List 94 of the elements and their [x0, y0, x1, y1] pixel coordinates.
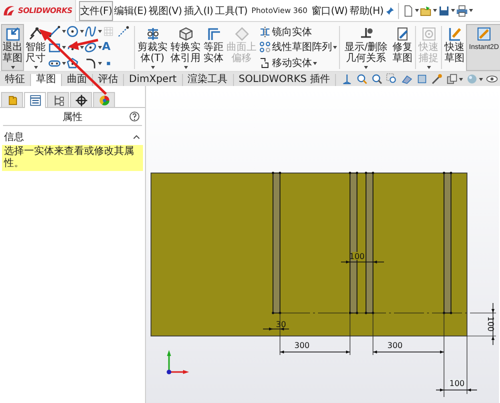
- diamond-icon: [234, 26, 250, 42]
- trim-icon: [144, 26, 160, 42]
- caret-icon[interactable]: [150, 66, 154, 69]
- ribbon-button[interactable]: 转换实体引用: [169, 24, 202, 71]
- dimension-value[interactable]: 100: [449, 379, 465, 388]
- zoom-fit-icon[interactable]: [356, 73, 368, 85]
- ribbon-command[interactable]: 镜向实体: [272, 24, 312, 39]
- caret-icon[interactable]: [80, 30, 84, 34]
- pencil-icon: [446, 26, 462, 42]
- ribbon-button[interactable]: 等距实体: [202, 24, 225, 71]
- ribbon-button[interactable]: 显示/删除几何关系: [341, 24, 391, 71]
- dimension-line: [340, 260, 384, 264]
- slot[interactable]: [442, 172, 452, 314]
- ribbon-command[interactable]: 线性草图阵列: [272, 40, 332, 54]
- panel-tab[interactable]: [24, 92, 46, 108]
- caret-icon[interactable]: [34, 66, 38, 69]
- menu-item[interactable]: 插入(I): [182, 0, 214, 20]
- menu-item[interactable]: 文件(F): [79, 0, 114, 20]
- ribbon-button[interactable]: 快速草图: [443, 24, 466, 71]
- dimension-value[interactable]: 30: [276, 320, 286, 329]
- caret-icon[interactable]: [313, 62, 317, 65]
- curve-icon[interactable]: [84, 25, 97, 38]
- list-icon: [28, 94, 42, 107]
- wand-icon[interactable]: [431, 73, 443, 85]
- dimension-line: [436, 388, 478, 392]
- crosshair-icon: [74, 94, 88, 106]
- menu-item[interactable]: 工具(T): [214, 0, 249, 20]
- ribbon-button[interactable]: 退出草图: [1, 24, 24, 71]
- rectangle-icon[interactable]: [48, 40, 61, 54]
- mirror-icon[interactable]: [259, 26, 271, 38]
- dimension-value[interactable]: 300: [294, 341, 310, 350]
- section-title: 信息: [4, 130, 24, 144]
- cube-stack-icon[interactable]: [446, 73, 458, 85]
- panel-tab[interactable]: [70, 92, 92, 107]
- sketch-rectangle[interactable]: [150, 172, 468, 336]
- text-tool[interactable]: A: [102, 41, 111, 54]
- cube-icon: [178, 26, 194, 42]
- caret-icon[interactable]: [62, 62, 66, 65]
- ribbon-command[interactable]: 移动实体: [272, 56, 312, 70]
- move-icon[interactable]: [259, 57, 271, 70]
- info-message: 选择一实体来查看或修改其属性。: [2, 145, 143, 171]
- menu-item[interactable]: 编辑(E): [113, 0, 148, 20]
- circle-icon[interactable]: [66, 25, 79, 38]
- document-icon[interactable]: [402, 4, 414, 16]
- caret-icon[interactable]: [469, 9, 474, 12]
- color-wheel-icon: [98, 94, 110, 106]
- tree-icon: [52, 94, 64, 106]
- ellipse-icon[interactable]: [84, 40, 97, 54]
- caret-icon[interactable]: [459, 78, 463, 80]
- caret-icon[interactable]: [479, 78, 483, 80]
- chevron-icon[interactable]: [132, 132, 141, 142]
- dimension-value[interactable]: 300: [387, 341, 403, 350]
- dimension-icon: [28, 26, 44, 42]
- caret-icon[interactable]: [364, 66, 368, 69]
- dimension-line: [262, 328, 290, 330]
- panel-tab[interactable]: [47, 92, 69, 107]
- caret-icon[interactable]: [98, 30, 102, 34]
- folder-icon[interactable]: [420, 4, 432, 16]
- pattern-icon[interactable]: [259, 41, 271, 54]
- save-icon[interactable]: [438, 4, 450, 16]
- dimension-value[interactable]: 100: [486, 316, 495, 332]
- axis-icon[interactable]: [341, 73, 353, 85]
- caret-icon[interactable]: [184, 66, 188, 69]
- menu-item[interactable]: 帮助(H): [348, 0, 384, 20]
- ribbon-button[interactable]: 剪裁实体(T): [136, 24, 169, 71]
- box-icon[interactable]: [416, 73, 428, 85]
- logo-icon: [2, 4, 16, 18]
- pin-icon[interactable]: [385, 6, 396, 16]
- offset-icon: [206, 26, 222, 42]
- print-icon[interactable]: [456, 4, 468, 16]
- extension-line: [372, 312, 374, 356]
- eye-icon[interactable]: [486, 73, 498, 85]
- zoom-area-icon[interactable]: [386, 73, 398, 85]
- dimension-line: [372, 350, 444, 354]
- slot[interactable]: [364, 172, 374, 314]
- command-tab[interactable]: 草图: [31, 74, 62, 86]
- caret-icon[interactable]: [62, 46, 66, 49]
- fillet-icon[interactable]: [84, 56, 97, 70]
- menu-item[interactable]: 视图(V): [148, 0, 183, 20]
- target-icon: [420, 26, 436, 42]
- slot[interactable]: [272, 172, 282, 314]
- dimension-line: [280, 350, 350, 354]
- menu-item[interactable]: 窗口(W): [310, 0, 349, 20]
- polygon-icon[interactable]: [66, 56, 79, 70]
- caret-icon[interactable]: [62, 30, 66, 34]
- panel-title: 属性: [62, 110, 82, 124]
- zoom-icon[interactable]: [371, 73, 383, 85]
- ribbon-button[interactable]: 修复草图: [391, 24, 414, 71]
- axis-triad-icon: [166, 350, 189, 374]
- dotted-line-icon[interactable]: [117, 25, 130, 38]
- caret-icon[interactable]: [10, 66, 14, 69]
- caret-icon[interactable]: [98, 62, 102, 65]
- caret-icon[interactable]: [98, 46, 102, 49]
- help-icon[interactable]: [129, 111, 140, 122]
